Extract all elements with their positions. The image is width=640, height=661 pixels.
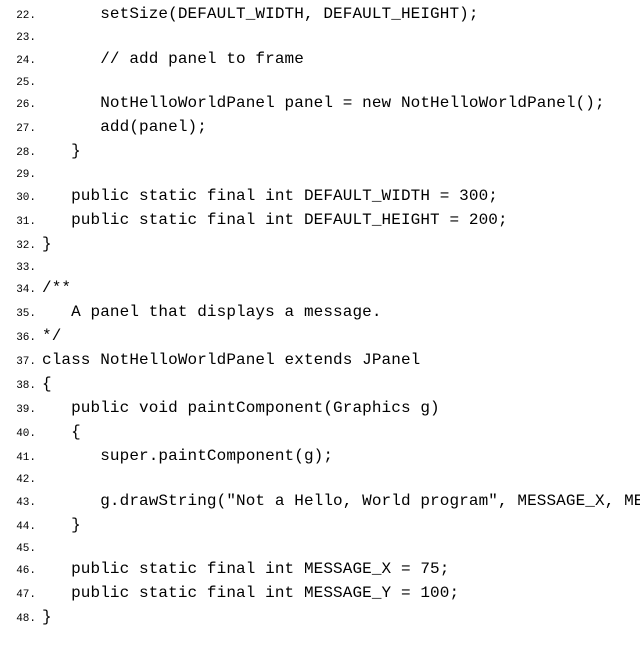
line-number: 45. <box>4 537 36 558</box>
line-number: 26. <box>4 93 36 114</box>
line-number: 39. <box>4 398 36 419</box>
line-number: 30. <box>4 186 36 207</box>
code-text: public static final int DEFAULT_HEIGHT =… <box>42 208 508 232</box>
line-number: 25. <box>4 71 36 92</box>
code-line: 45. <box>0 537 640 558</box>
code-line: 31. public static final int DEFAULT_HEIG… <box>0 208 640 232</box>
code-line: 32.} <box>0 232 640 256</box>
code-line: 24. // add panel to frame <box>0 47 640 71</box>
line-number: 44. <box>4 515 36 536</box>
line-number: 35. <box>4 302 36 323</box>
line-number: 23. <box>4 26 36 47</box>
code-line: 26. NotHelloWorldPanel panel = new NotHe… <box>0 91 640 115</box>
code-line: 40. { <box>0 420 640 444</box>
code-text: NotHelloWorldPanel panel = new NotHelloW… <box>42 91 605 115</box>
line-number: 29. <box>4 163 36 184</box>
line-number: 46. <box>4 559 36 580</box>
line-number: 31. <box>4 210 36 231</box>
code-text: { <box>42 420 81 444</box>
code-text: public void paintComponent(Graphics g) <box>42 396 440 420</box>
code-line: 47. public static final int MESSAGE_Y = … <box>0 581 640 605</box>
code-line: 42. <box>0 468 640 489</box>
code-line: 37. class NotHelloWorldPanel extends JPan… <box>0 348 640 372</box>
line-number: 28. <box>4 141 36 162</box>
code-text: public static final int MESSAGE_X = 75; <box>42 557 449 581</box>
line-number: 47. <box>4 583 36 604</box>
line-number: 41. <box>4 446 36 467</box>
line-number: 43. <box>4 491 36 512</box>
line-number: 32. <box>4 234 36 255</box>
line-number: 37. <box>4 350 36 371</box>
code-listing: 22. setSize(DEFAULT_WIDTH, DEFAULT_HEIGH… <box>0 2 640 629</box>
line-number: 38. <box>4 374 36 395</box>
code-line: 25. <box>0 71 640 92</box>
code-text: add(panel); <box>42 115 207 139</box>
line-number: 40. <box>4 422 36 443</box>
code-text: super.paintComponent(g); <box>42 444 333 468</box>
code-line: 33. <box>0 256 640 277</box>
code-text: } <box>42 232 52 256</box>
code-line: 23. <box>0 26 640 47</box>
line-number: 27. <box>4 117 36 138</box>
code-line: 35. A panel that displays a message. <box>0 300 640 324</box>
code-text: } <box>42 139 81 163</box>
code-text: */ <box>42 324 61 348</box>
code-text: class NotHelloWorldPanel extends JPanel <box>42 348 420 372</box>
code-line: 22. setSize(DEFAULT_WIDTH, DEFAULT_HEIGH… <box>0 2 640 26</box>
code-text: } <box>42 513 81 537</box>
code-text: A panel that displays a message. <box>42 300 382 324</box>
code-line: 48.} <box>0 605 640 629</box>
line-number: 42. <box>4 468 36 489</box>
code-text: public static final int DEFAULT_WIDTH = … <box>42 184 498 208</box>
code-line: 39. public void paintComponent(Graphics … <box>0 396 640 420</box>
code-line: 44. } <box>0 513 640 537</box>
code-line: 41. super.paintComponent(g); <box>0 444 640 468</box>
code-line: 36. */ <box>0 324 640 348</box>
code-text: { <box>42 372 52 396</box>
code-line: 46. public static final int MESSAGE_X = … <box>0 557 640 581</box>
code-line: 30. public static final int DEFAULT_WIDT… <box>0 184 640 208</box>
code-line: 34. /** <box>0 276 640 300</box>
code-text: setSize(DEFAULT_WIDTH, DEFAULT_HEIGHT); <box>42 2 479 26</box>
code-text: // add panel to frame <box>42 47 304 71</box>
code-line: 38. { <box>0 372 640 396</box>
line-number: 34. <box>4 278 36 299</box>
code-line: 43. g.drawString("Not a Hello, World pro… <box>0 489 640 513</box>
line-number: 33. <box>4 256 36 277</box>
line-number: 36. <box>4 326 36 347</box>
line-number: 22. <box>4 4 36 25</box>
code-text: public static final int MESSAGE_Y = 100; <box>42 581 459 605</box>
code-text: g.drawString("Not a Hello, World program… <box>42 489 640 513</box>
code-text: } <box>42 605 52 629</box>
code-text: /** <box>42 276 71 300</box>
code-line: 27. add(panel); <box>0 115 640 139</box>
code-line: 29. <box>0 163 640 184</box>
line-number: 48. <box>4 607 36 628</box>
code-line: 28. } <box>0 139 640 163</box>
line-number: 24. <box>4 49 36 70</box>
